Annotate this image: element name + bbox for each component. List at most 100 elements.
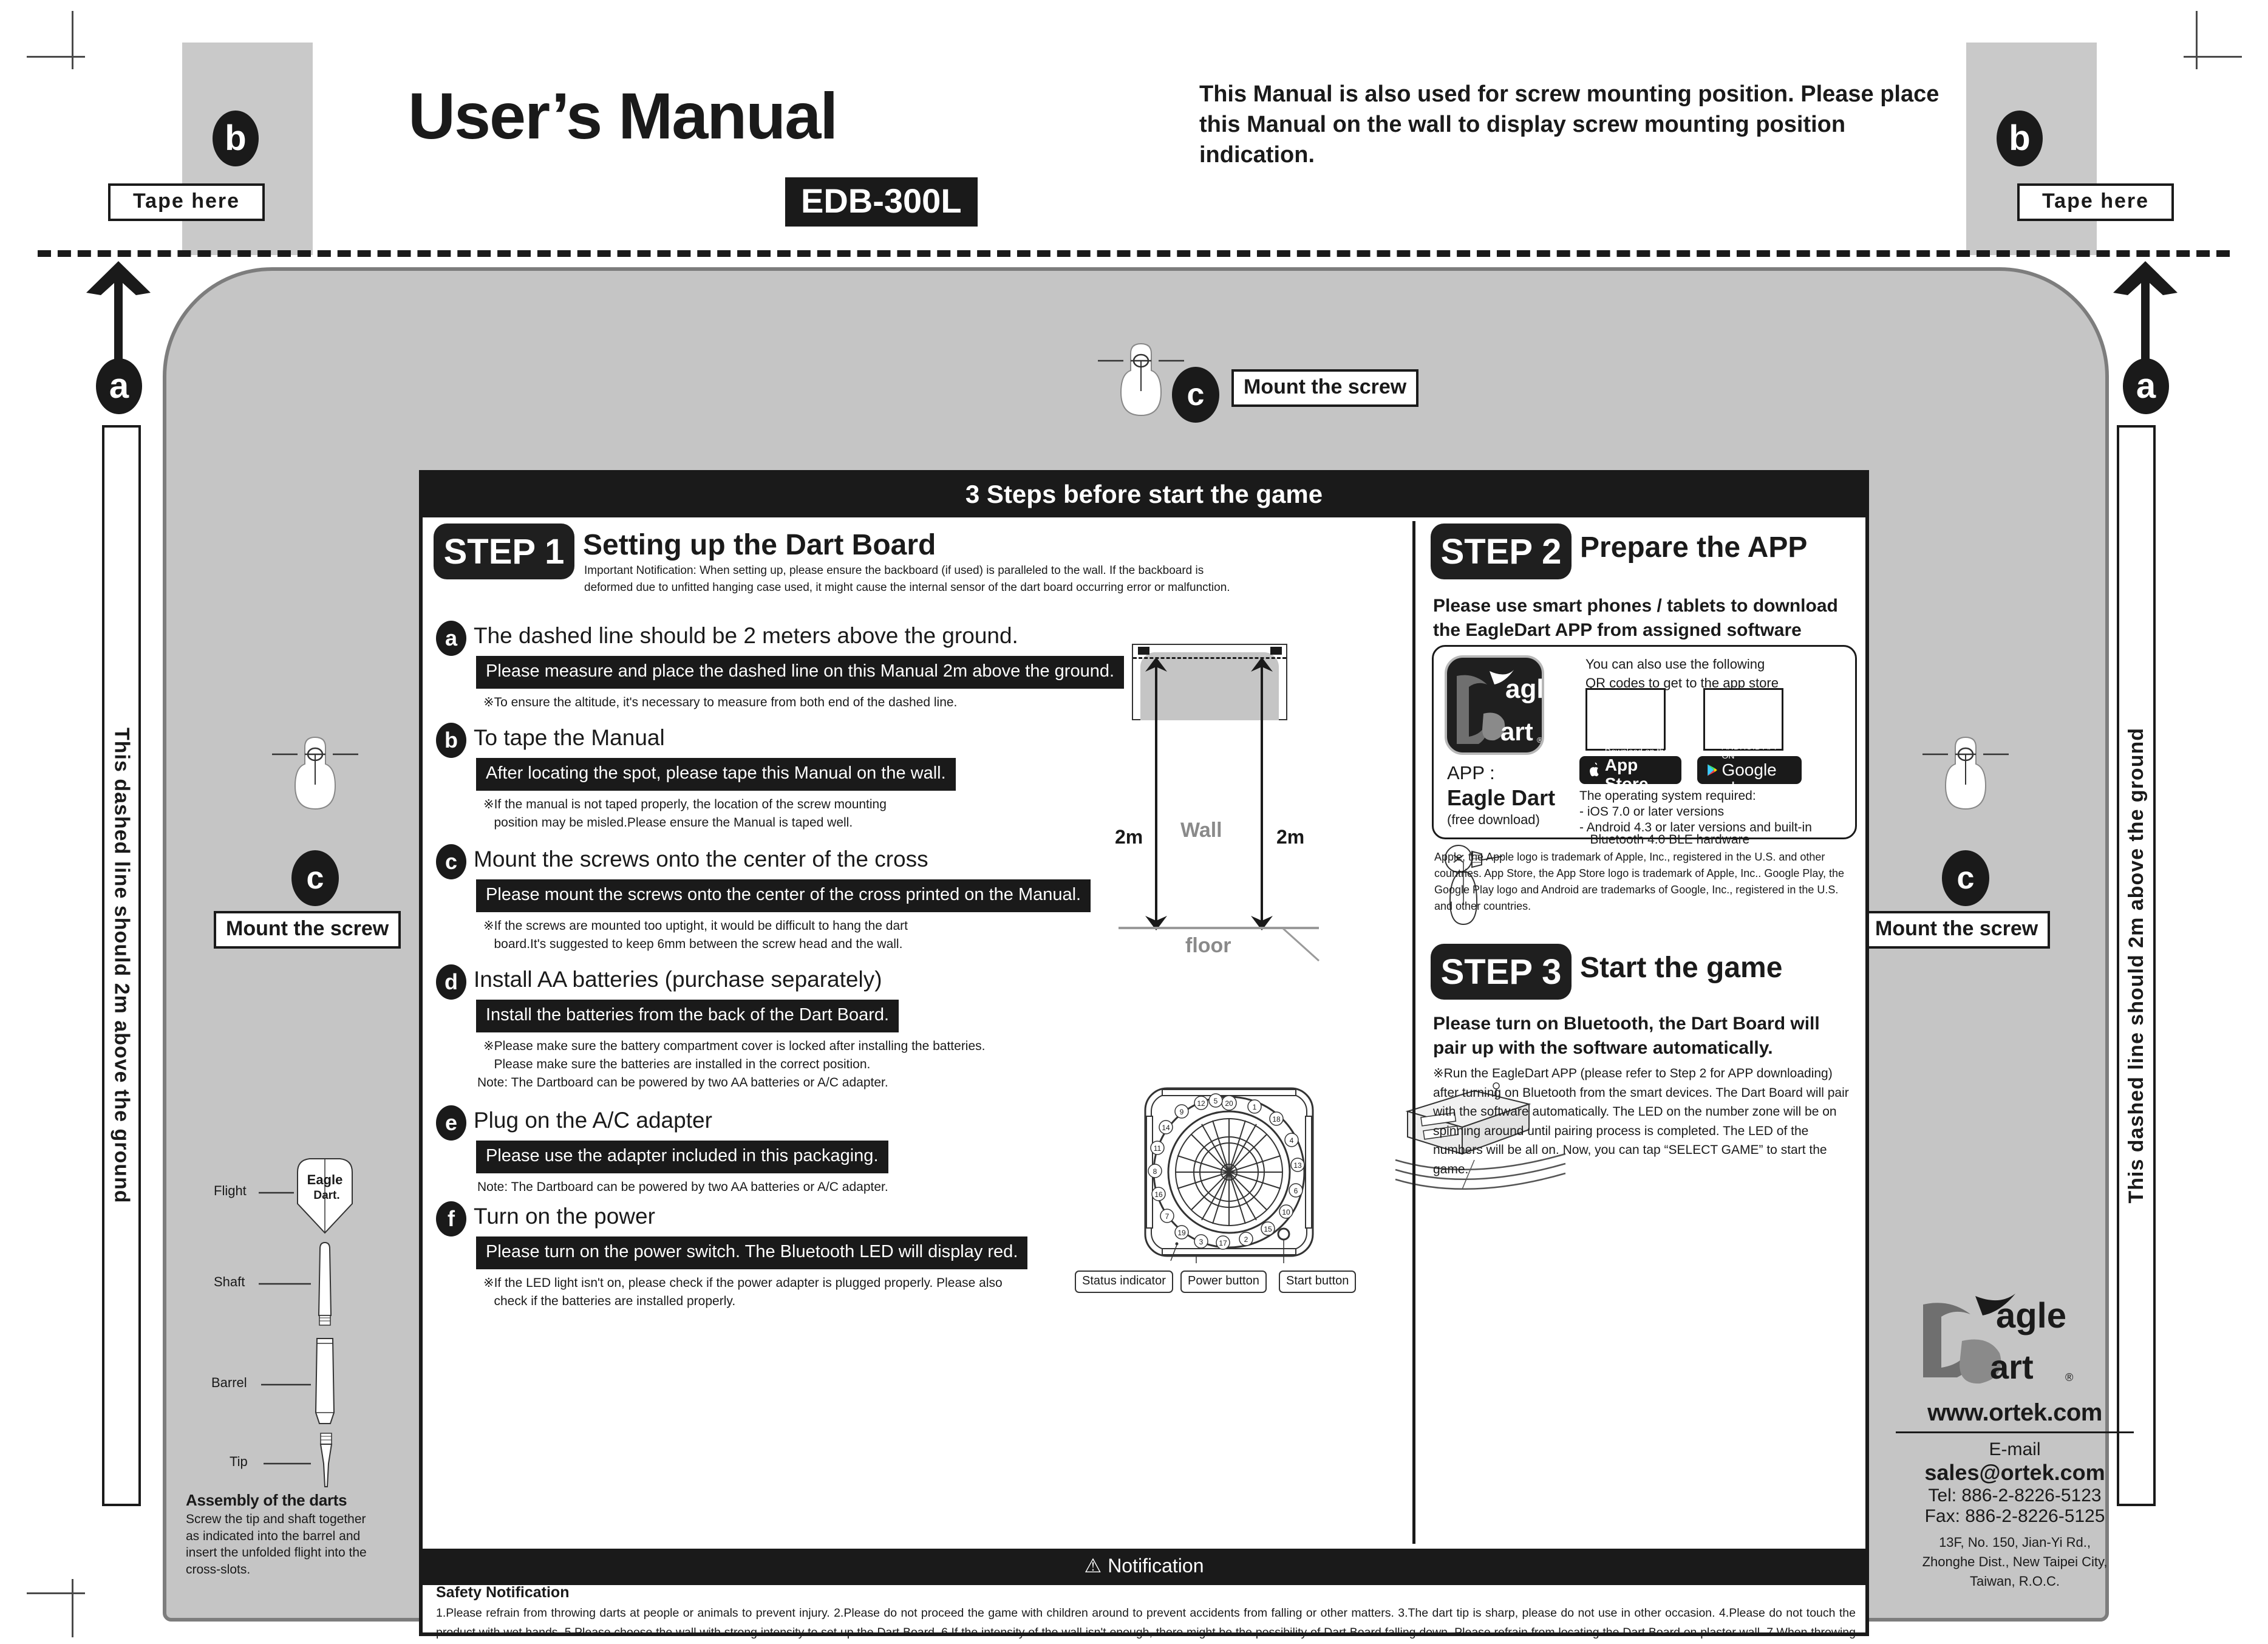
step2-title: Prepare the APP [1580, 531, 1808, 564]
badge-a-right: a [2123, 358, 2169, 414]
item-a-bar: Please measure and place the dashed line… [476, 656, 1125, 689]
svg-text:1: 1 [1253, 1103, 1257, 1111]
safety-body: 1.Please refrain from throwing darts at … [436, 1606, 1856, 1639]
step2-pill: STEP 2 [1431, 524, 1572, 579]
item-f-note-0: ※If the LED light isn't on, please check… [483, 1276, 1003, 1290]
wall-screw-right [1270, 647, 1282, 655]
item-a-heading: The dashed line should be 2 meters above… [474, 623, 1018, 648]
email-address[interactable]: sales@ortek.com [1881, 1460, 2148, 1485]
mount-screw-left: Mount the screw [214, 911, 401, 949]
crop-mark-tl-v [72, 11, 73, 69]
dashed-2m-line [38, 250, 2230, 257]
tape-here-right: Tape here [2017, 183, 2174, 221]
badge-b-left: b [213, 111, 259, 166]
svg-text:5: 5 [1214, 1097, 1218, 1105]
svg-text:4: 4 [1290, 1136, 1294, 1145]
header-note: This Manual is also used for screw mount… [1199, 81, 1939, 168]
os-requirements-title: The operating system required: [1579, 789, 1756, 803]
wall-label: Wall [1180, 819, 1222, 842]
company-url[interactable]: www.ortek.com [1881, 1399, 2148, 1427]
item-d-heading: Install AA batteries (purchase separatel… [474, 967, 882, 992]
manual-page: User’s Manual EDB-300L This Manual is al… [0, 0, 2268, 1644]
wall-measure-right: 2m [1276, 826, 1305, 848]
wall-measure-arrows [1145, 657, 1273, 930]
callout-status-indicator: Status indicator [1075, 1271, 1173, 1293]
eagle-dart-app-icon: agle art ® [1445, 655, 1544, 755]
item-b-note-1: position may be misled.Please ensure the… [483, 816, 853, 830]
dart-label-tip: Tip [230, 1454, 248, 1469]
notification-bar: ⚠ Notification [423, 1549, 1865, 1585]
app-store-small: Download on the [1604, 746, 1669, 756]
app-name: Eagle Dart [1447, 785, 1556, 810]
screw-marker-right [1922, 736, 2009, 810]
item-b-note-0: ※If the manual is not taped properly, th… [483, 797, 887, 811]
svg-text:6: 6 [1294, 1187, 1298, 1195]
model-badge: EDB-300L [785, 177, 978, 227]
app-free-note: (free download) [1447, 812, 1540, 827]
notification-label: Notification [1108, 1555, 1204, 1577]
app-label: APP : [1447, 762, 1495, 783]
wall-measure-left: 2m [1115, 826, 1143, 848]
svg-text:8: 8 [1153, 1167, 1157, 1176]
svg-text:20: 20 [1225, 1099, 1233, 1108]
svg-text:18: 18 [1272, 1115, 1281, 1124]
app-store-big: App Store [1604, 755, 1649, 793]
crop-mark-bl-v [72, 1579, 73, 1637]
google-play-badge[interactable]: ANDROID APP ON Google play [1697, 742, 1802, 797]
svg-text:®: ® [2065, 1371, 2073, 1383]
badge-c-top: c [1172, 367, 1219, 423]
svg-text:®: ® [1537, 735, 1543, 745]
tape-here-left: Tape here [108, 183, 265, 221]
contact-divider [1896, 1431, 2134, 1433]
os-requirement-2: Bluetooth 4.0 BLE hardware [1579, 833, 1750, 847]
badge-c-left: c [291, 850, 339, 906]
badge-a-left: a [96, 358, 142, 414]
item-e-note-0: Note: The Dartboard can be powered by tw… [477, 1180, 888, 1194]
telephone: Tel: 886-2-8226-5123 [1928, 1485, 2102, 1506]
step1-pill: STEP 1 [434, 524, 574, 579]
footer-text-block: Safety Notification 1.Please refrain fro… [436, 1584, 1856, 1644]
item-e-badge: e [436, 1105, 466, 1141]
dart-label-flight: Flight [214, 1183, 247, 1198]
svg-text:art: art [1990, 1348, 2034, 1386]
side-label-left: This dashed line should 2m above the gro… [102, 425, 141, 1506]
step3-note: ※Run the EagleDart APP (please refer to … [1433, 1066, 1849, 1176]
app-store-badge[interactable]: Download on the App Store [1579, 746, 1681, 793]
wall-screw-left [1138, 647, 1149, 655]
item-c-heading: Mount the screws onto the center of the … [474, 847, 928, 871]
panel-header: 3 Steps before start the game [423, 474, 1865, 517]
svg-text:art: art [1500, 717, 1533, 746]
svg-text:7: 7 [1165, 1212, 1170, 1221]
item-c-note-1: board.It's suggested to keep 6mm between… [483, 937, 903, 951]
svg-text:12: 12 [1197, 1099, 1205, 1108]
callout-start-button: Start button [1279, 1271, 1357, 1293]
item-a-note-0: ※To ensure the altitude, it's necessary … [483, 695, 958, 709]
svg-text:17: 17 [1219, 1239, 1227, 1247]
svg-text:agle: agle [1996, 1296, 2066, 1335]
google-play-small: ANDROID APP ON [1721, 741, 1780, 761]
address-line-3: Taiwan, R.O.C. [1970, 1573, 2060, 1589]
page-title: User’s Manual [408, 79, 838, 152]
svg-text:11: 11 [1154, 1144, 1162, 1153]
eagle-dart-logo: agle art ® [1923, 1294, 2073, 1386]
address-line-2: Zhonghe Dist., New Taipei City, [1922, 1554, 2108, 1569]
svg-text:Dart.: Dart. [313, 1189, 339, 1202]
svg-text:agle: agle [1505, 674, 1544, 704]
side-label-left-text: This dashed line should 2m above the gro… [110, 728, 134, 1204]
address-line-1: 13F, No. 150, Jian-Yi Rd., [1939, 1535, 2091, 1550]
qr-code-ios[interactable] [1585, 688, 1666, 751]
svg-text:19: 19 [1177, 1229, 1186, 1237]
crop-mark-bl-h [27, 1592, 85, 1594]
item-d-note-2: Note: The Dartboard can be powered by tw… [477, 1076, 888, 1090]
step3-title: Start the game [1580, 952, 1783, 984]
svg-text:3: 3 [1199, 1238, 1204, 1246]
item-b-heading: To tape the Manual [474, 725, 665, 750]
crop-mark-tr-v [2196, 11, 2198, 69]
contact-block: agle art ® www.ortek.com E-mail sales@or… [1881, 1292, 2148, 1591]
item-c-note-0: ※If the screws are mounted too uptight, … [483, 919, 908, 933]
item-d-badge: d [436, 964, 466, 1000]
svg-text:13: 13 [1293, 1161, 1302, 1170]
item-f-bar: Please turn on the power switch. The Blu… [476, 1236, 1028, 1269]
warning-icon: ⚠ [1084, 1555, 1102, 1577]
panel-column-divider [1412, 521, 1415, 1544]
